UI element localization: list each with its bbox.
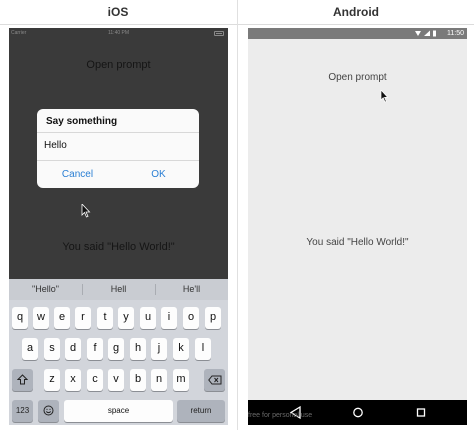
android-status-bar: 11:50 [248, 28, 467, 39]
key-s[interactable]: s [44, 338, 60, 360]
key-b[interactable]: b [130, 369, 146, 391]
key-j[interactable]: j [151, 338, 167, 360]
key-k[interactable]: k [173, 338, 189, 360]
key-x[interactable]: x [65, 369, 81, 391]
battery-icon [214, 31, 224, 36]
cursor-icon [380, 90, 389, 103]
key-i[interactable]: i [161, 307, 177, 329]
key-h[interactable]: h [130, 338, 146, 360]
watermark-text: free for personal use [248, 412, 313, 419]
key-t[interactable]: t [97, 307, 113, 329]
key-a[interactable]: a [22, 338, 38, 360]
emoji-icon [43, 405, 54, 416]
result-text: You said "Hello World!" [306, 237, 409, 248]
ios-status-bar: Carrier 11:40 PM [9, 28, 228, 38]
result-text: You said "Hello World!" [62, 241, 175, 253]
key-q[interactable]: q [12, 307, 28, 329]
key-l[interactable]: l [195, 338, 211, 360]
ios-keyboard: "Hello" Hell He'll q w e r t y u i o p a… [9, 279, 228, 425]
shift-key[interactable] [12, 369, 33, 391]
home-icon[interactable] [348, 404, 368, 421]
status-time: 11:40 PM [107, 30, 130, 36]
prompt-dialog: Say something Hello Cancel OK [37, 109, 199, 188]
ios-header: iOS [107, 5, 129, 19]
dialog-title: Say something [46, 116, 118, 127]
key-c[interactable]: c [87, 369, 103, 391]
key-m[interactable]: m [173, 369, 189, 391]
key-p[interactable]: p [205, 307, 221, 329]
key-e[interactable]: e [54, 307, 70, 329]
key-v[interactable]: v [108, 369, 124, 391]
numbers-key[interactable]: 123 [12, 400, 33, 422]
android-header: Android [333, 5, 379, 19]
android-screen: 11:50 Open prompt You said "Hello World!… [248, 28, 467, 425]
space-key[interactable]: space [64, 400, 173, 422]
backspace-icon [207, 375, 221, 385]
cancel-button[interactable]: Cancel [37, 161, 118, 188]
key-f[interactable]: f [87, 338, 103, 360]
signal-icon [415, 30, 436, 37]
suggestion-item[interactable]: Hell [82, 279, 155, 300]
suggestion-bar: "Hello" Hell He'll [9, 279, 228, 300]
key-y[interactable]: y [118, 307, 134, 329]
key-u[interactable]: u [140, 307, 156, 329]
suggestion-item[interactable]: "Hello" [9, 279, 82, 300]
prompt-input[interactable]: Hello [43, 138, 193, 154]
shift-icon [16, 374, 29, 385]
status-time: 11:50 [447, 30, 464, 37]
open-prompt-button[interactable]: Open prompt [248, 72, 467, 83]
dialog-divider [37, 132, 199, 133]
key-w[interactable]: w [33, 307, 49, 329]
backspace-key[interactable] [204, 369, 225, 391]
cursor-icon [81, 204, 91, 218]
key-n[interactable]: n [151, 369, 167, 391]
key-o[interactable]: o [183, 307, 199, 329]
comparison-screen: iOS Android Carrier 11:40 PM Open prompt… [0, 0, 474, 430]
key-g[interactable]: g [108, 338, 124, 360]
key-r[interactable]: r [75, 307, 91, 329]
open-prompt-button[interactable]: Open prompt [9, 59, 228, 71]
ios-screen: Carrier 11:40 PM Open prompt Say somethi… [9, 28, 228, 425]
key-z[interactable]: z [44, 369, 60, 391]
column-divider [237, 0, 238, 430]
key-d[interactable]: d [65, 338, 81, 360]
suggestion-item[interactable]: He'll [155, 279, 228, 300]
recents-icon[interactable] [411, 404, 431, 421]
ok-button[interactable]: OK [118, 161, 199, 188]
return-key[interactable]: return [177, 400, 225, 422]
emoji-key[interactable] [38, 400, 59, 422]
